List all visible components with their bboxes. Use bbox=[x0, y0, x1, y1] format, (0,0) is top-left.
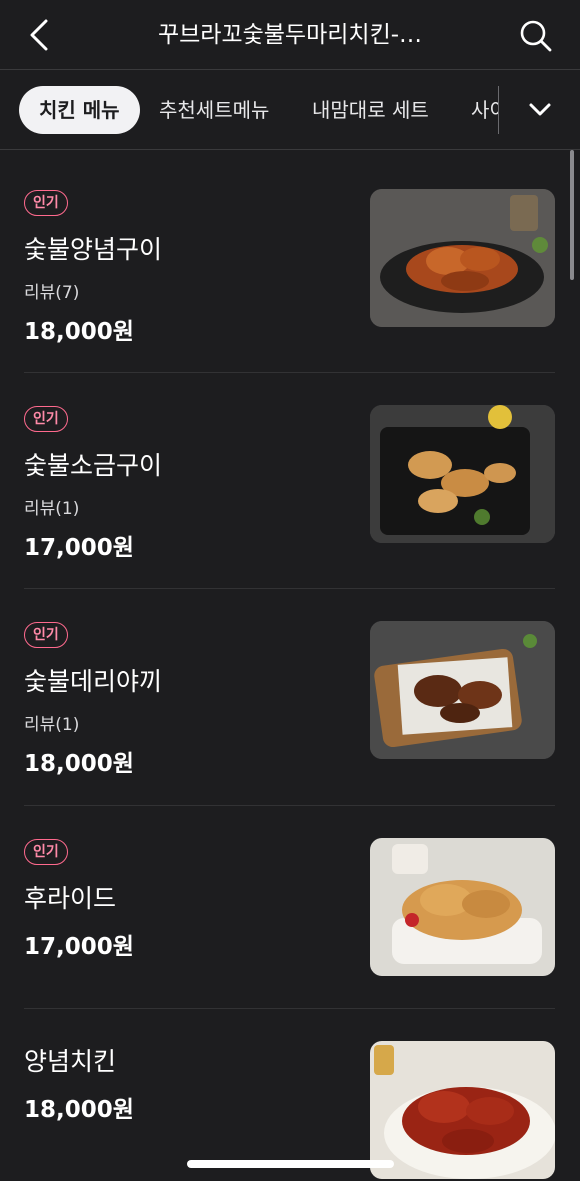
divider bbox=[24, 372, 555, 373]
scrollbar[interactable] bbox=[570, 150, 574, 280]
chicken-photo bbox=[370, 189, 555, 327]
popular-badge: 인기 bbox=[24, 406, 68, 432]
popular-badge: 인기 bbox=[24, 839, 68, 865]
menu-item-name: 숯불소금구이 bbox=[24, 451, 163, 480]
divider bbox=[24, 1008, 555, 1009]
review-count[interactable]: 리뷰(1) bbox=[24, 710, 79, 735]
popular-badge: 인기 bbox=[24, 622, 68, 648]
menu-item-price: 18,000원 bbox=[24, 319, 134, 345]
menu-item-price: 17,000원 bbox=[24, 535, 134, 561]
chicken-photo bbox=[370, 405, 555, 543]
back-button[interactable] bbox=[22, 18, 56, 52]
home-indicator[interactable] bbox=[187, 1160, 394, 1168]
menu-item[interactable]: 인기 후라이드 17,000원 bbox=[24, 837, 555, 977]
menu-item-name: 후라이드 bbox=[24, 884, 117, 913]
search-icon bbox=[520, 20, 552, 52]
divider bbox=[24, 588, 555, 589]
review-count[interactable]: 리뷰(1) bbox=[24, 494, 79, 519]
tab-chicken-menu[interactable]: 치킨 메뉴 bbox=[19, 86, 140, 134]
menu-item-name: 숯불데리야끼 bbox=[24, 667, 163, 696]
menu-item[interactable]: 양념치킨 18,000원 bbox=[24, 1040, 555, 1180]
menu-item[interactable]: 인기 숯불양념구이 리뷰(7) 18,000원 bbox=[24, 188, 555, 345]
store-title: 꾸브라꼬숯불두마리치킨-… bbox=[157, 22, 423, 48]
review-count[interactable]: 리뷰(7) bbox=[24, 278, 79, 303]
menu-item-price: 17,000원 bbox=[24, 934, 134, 960]
chicken-photo bbox=[370, 838, 555, 976]
tab-side[interactable]: 사이 bbox=[471, 86, 498, 134]
popular-badge: 인기 bbox=[24, 190, 68, 216]
menu-item-price: 18,000원 bbox=[24, 1097, 134, 1123]
chevron-left-icon bbox=[30, 19, 48, 51]
top-nav-bar: 꾸브라꼬숯불두마리치킨-… bbox=[0, 0, 580, 70]
expand-tabs-button[interactable] bbox=[515, 90, 565, 130]
tab-recommended-set[interactable]: 추천세트메뉴 bbox=[159, 86, 269, 134]
search-button[interactable] bbox=[518, 18, 554, 54]
tab-custom-set[interactable]: 내맘대로 세트 bbox=[312, 86, 429, 134]
chicken-photo bbox=[370, 1041, 555, 1179]
chevron-down-icon bbox=[529, 103, 551, 116]
tab-scroll-area[interactable]: 치킨 메뉴 추천세트메뉴 내맘대로 세트 사이 bbox=[0, 70, 498, 150]
menu-item[interactable]: 인기 숯불소금구이 리뷰(1) 17,000원 bbox=[24, 404, 555, 561]
chicken-photo bbox=[370, 621, 555, 759]
menu-item-name: 숯불양념구이 bbox=[24, 235, 163, 264]
tab-divider bbox=[498, 86, 499, 134]
menu-item-price: 18,000원 bbox=[24, 751, 134, 777]
category-tabs: 치킨 메뉴 추천세트메뉴 내맘대로 세트 사이 bbox=[0, 70, 580, 150]
menu-item[interactable]: 인기 숯불데리야끼 리뷰(1) 18,000원 bbox=[24, 620, 555, 777]
menu-item-name: 양념치킨 bbox=[24, 1047, 117, 1076]
divider bbox=[24, 805, 555, 806]
